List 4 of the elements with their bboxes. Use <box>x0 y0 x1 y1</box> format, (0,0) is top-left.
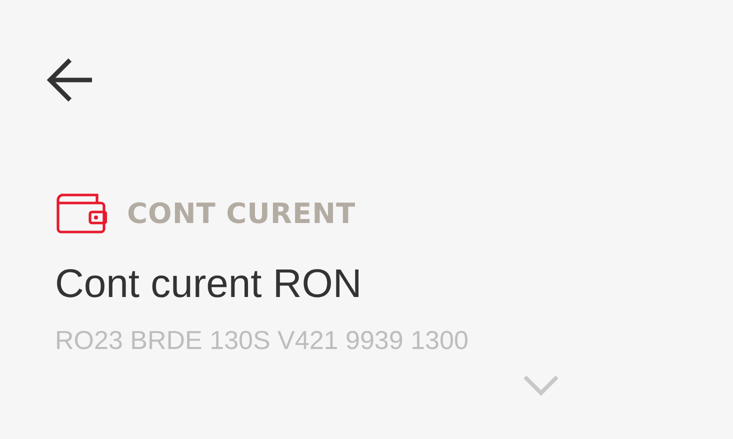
account-category: CONT CURENT <box>127 196 356 230</box>
wallet-icon <box>55 192 107 234</box>
account-iban: RO23 BRDE 130S V421 9939 1300 <box>55 325 470 356</box>
account-name: Cont curent RON <box>55 262 363 307</box>
